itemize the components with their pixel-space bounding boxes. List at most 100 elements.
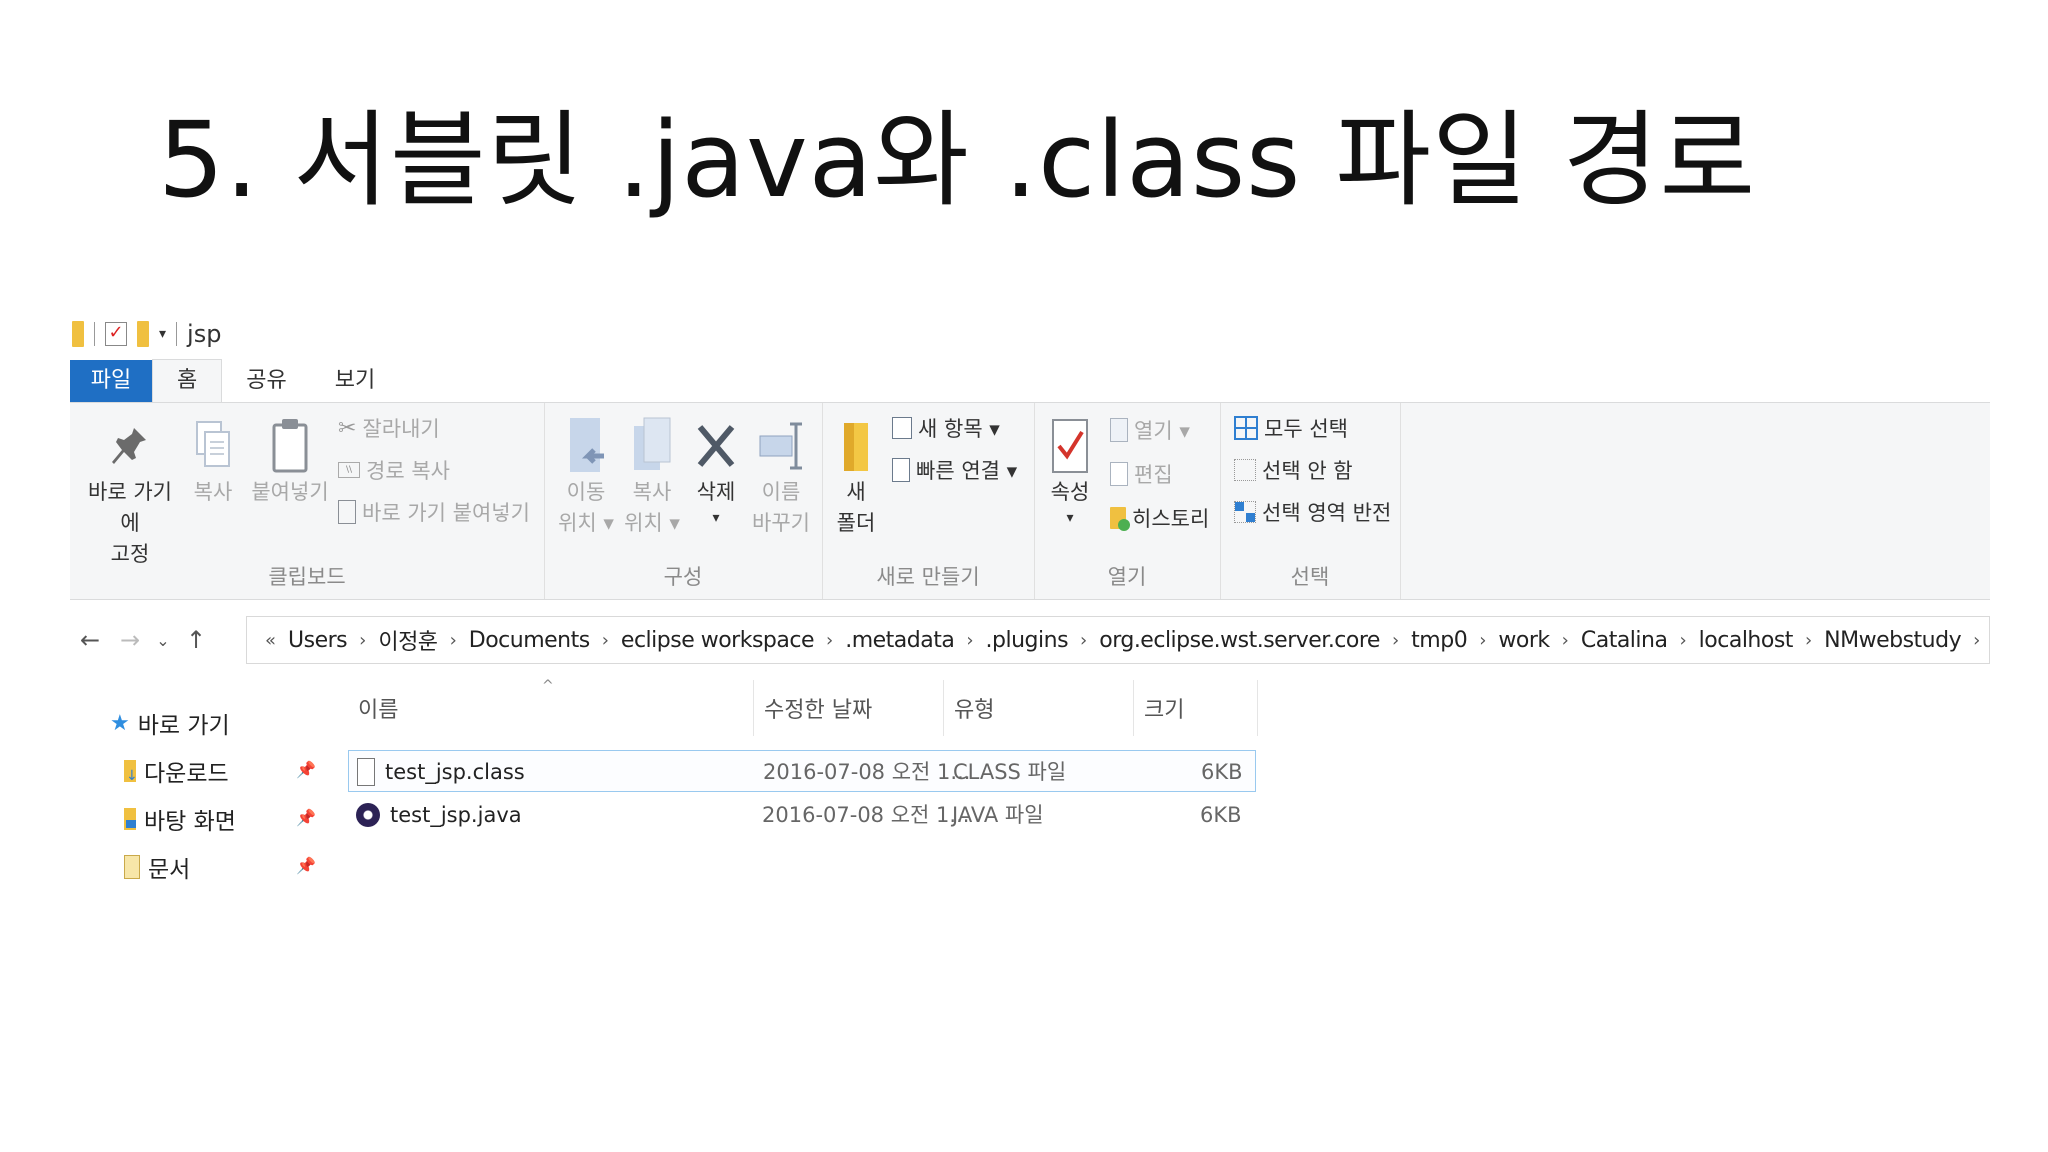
column-header-name-label: 이름 — [358, 698, 399, 723]
breadcrumb-chevron-icon[interactable]: › — [962, 630, 977, 651]
breadcrumb-item[interactable]: org.eclipse.wst.server.core — [1091, 628, 1388, 653]
easy-access-icon — [892, 458, 910, 482]
column-header-name[interactable]: 이름 ^ — [348, 678, 754, 736]
nav-quick-access[interactable]: ★ 바로 가기 — [110, 706, 230, 740]
edit-button[interactable]: 편집 — [1110, 459, 1173, 489]
breadcrumb-item[interactable]: tmp0 — [1403, 628, 1475, 653]
column-header-size[interactable]: 크기 — [1134, 680, 1258, 736]
forward-arrow-icon[interactable]: → — [110, 626, 150, 654]
folder-icon — [72, 321, 84, 347]
back-arrow-icon[interactable]: ← — [70, 626, 110, 654]
cut-button[interactable]: ✂ 잘라내기 — [338, 413, 440, 443]
overflow-chevron-icon[interactable]: « — [255, 630, 280, 651]
select-all-button[interactable]: 모두 선택 — [1234, 413, 1348, 443]
file-row[interactable]: test_jsp.java 2016-07-08 오전 1... JAVA 파일… — [348, 794, 1256, 836]
breadcrumb-item[interactable]: localhost — [1691, 628, 1801, 653]
copy-label: 복사 — [193, 480, 233, 504]
easy-access-label: 빠른 연결 ▾ — [916, 459, 1018, 483]
rename-button[interactable]: 이름 바꾸기 — [750, 415, 812, 539]
breadcrumb-chevron-icon[interactable]: › — [1969, 630, 1984, 651]
history-icon — [1110, 507, 1130, 531]
file-list: 이름 ^ 수정한 날짜 유형 크기 test_jsp.class 2016-07… — [348, 678, 1326, 880]
breadcrumb-item[interactable]: org — [1984, 628, 1989, 653]
new-folder-button[interactable]: 새 폴더 — [828, 415, 884, 539]
breadcrumb-chevron-icon[interactable]: › — [1388, 630, 1403, 651]
nav-item-documents[interactable]: 문서 — [124, 850, 190, 884]
properties-check-icon[interactable]: ✓ — [105, 322, 127, 346]
pin-quick-access-button[interactable]: 바로 가기에 고정 — [80, 415, 180, 570]
new-item-label: 새 항목 ▾ — [918, 417, 1000, 441]
new-item-button[interactable]: 새 항목 ▾ — [892, 413, 1000, 443]
invert-selection-icon — [1234, 501, 1256, 523]
file-size: 6KB — [1200, 803, 1242, 827]
breadcrumb-item[interactable]: 이정훈 — [370, 624, 445, 656]
file-date: 2016-07-08 오전 1... — [763, 760, 971, 784]
breadcrumb-chevron-icon[interactable]: › — [598, 630, 613, 651]
properties-dropdown-icon[interactable]: ▾ — [1042, 508, 1098, 528]
breadcrumb-item[interactable]: work — [1490, 628, 1557, 653]
delete-dropdown-icon[interactable]: ▾ — [688, 508, 744, 528]
breadcrumb-chevron-icon[interactable]: › — [822, 630, 837, 651]
breadcrumb-item[interactable]: Documents — [461, 628, 598, 653]
nav-item-desktop[interactable]: 바탕 화면 — [124, 802, 236, 836]
new-folder-icon[interactable] — [137, 321, 149, 347]
slide-title: 5. 서블릿 .java와 .class 파일 경로 — [158, 99, 1757, 221]
address-bar[interactable]: « Users › 이정훈 › Documents › eclipse workspace ›… — [246, 616, 1990, 664]
pin-icon — [80, 415, 180, 477]
customize-dropdown-icon[interactable]: ▾ — [159, 326, 166, 342]
nav-item-documents-label: 문서 — [148, 857, 191, 883]
history-button[interactable]: 히스토리 — [1110, 503, 1209, 533]
paste-shortcut-button[interactable]: 바로 가기 붙여넣기 — [338, 497, 530, 527]
breadcrumb-chevron-icon[interactable]: › — [1475, 630, 1490, 651]
pin-icon: 📌 — [296, 856, 316, 875]
file-type: JAVA 파일 — [952, 803, 1044, 827]
breadcrumb-item[interactable]: .plugins — [978, 628, 1077, 653]
breadcrumb-item[interactable]: Users — [280, 628, 355, 653]
select-all-icon — [1234, 416, 1258, 440]
easy-access-button[interactable]: 빠른 연결 ▾ — [892, 455, 1017, 485]
breadcrumb-chevron-icon[interactable]: › — [1076, 630, 1091, 651]
column-header-date[interactable]: 수정한 날짜 — [754, 680, 944, 736]
nav-item-downloads[interactable]: ↓ 다운로드 — [124, 754, 229, 788]
up-arrow-icon[interactable]: ↑ — [176, 626, 216, 654]
class-file-icon — [357, 758, 375, 786]
properties-button[interactable]: 속성 ▾ — [1042, 415, 1098, 528]
breadcrumb-item[interactable]: eclipse workspace — [613, 628, 822, 653]
copy-path-label: 경로 복사 — [366, 459, 450, 483]
tab-view[interactable]: 보기 — [311, 360, 399, 402]
breadcrumb-chevron-icon[interactable]: › — [446, 630, 461, 651]
file-row[interactable]: test_jsp.class 2016-07-08 오전 1... CLASS … — [348, 750, 1256, 792]
pin-icon: 📌 — [296, 808, 316, 827]
move-to-button[interactable]: 이동 위치 ▾ — [556, 415, 616, 539]
column-header-type[interactable]: 유형 — [944, 680, 1134, 736]
tab-home[interactable]: 홈 — [152, 359, 223, 402]
paste-shortcut-icon — [338, 500, 356, 524]
copy-to-button[interactable]: 복사 위치 ▾ — [622, 415, 682, 539]
tab-file[interactable]: 파일 — [70, 360, 152, 402]
organize-group-label: 구성 — [663, 565, 703, 589]
sort-ascending-icon: ^ — [542, 678, 554, 694]
breadcrumb-item[interactable]: NMwebstudy — [1816, 628, 1969, 653]
paste-label: 붙여넣기 — [251, 480, 329, 504]
tab-share[interactable]: 공유 — [222, 360, 310, 402]
breadcrumb-chevron-icon[interactable]: › — [1558, 630, 1573, 651]
recent-locations-chevron-icon[interactable]: ⌄ — [150, 631, 176, 650]
delete-button[interactable]: 삭제 ▾ — [688, 415, 744, 528]
breadcrumb-chevron-icon[interactable]: › — [1801, 630, 1816, 651]
ribbon: 바로 가기에 고정 복사 붙여넣기 ✂ 잘라내기 \\ 경로 복사 바로 가기 … — [70, 402, 1990, 600]
breadcrumb-item[interactable]: Catalina — [1573, 628, 1676, 653]
file-size: 6KB — [1201, 760, 1243, 784]
invert-selection-button[interactable]: 선택 영역 반전 — [1234, 497, 1391, 527]
file-name: test_jsp.class — [385, 760, 525, 784]
breadcrumb-chevron-icon[interactable]: › — [1675, 630, 1690, 651]
copy-button[interactable]: 복사 — [188, 415, 238, 508]
copy-path-button[interactable]: \\ 경로 복사 — [338, 455, 450, 485]
new-folder-label: 새 폴더 — [836, 480, 876, 535]
open-button[interactable]: 열기 ▾ — [1110, 415, 1190, 445]
select-none-button[interactable]: 선택 안 함 — [1234, 455, 1353, 485]
paste-button[interactable]: 붙여넣기 — [250, 415, 330, 508]
breadcrumb-item[interactable]: .metadata — [837, 628, 962, 653]
copy-to-icon — [622, 415, 682, 477]
copy-icon — [188, 415, 238, 477]
breadcrumb-chevron-icon[interactable]: › — [355, 630, 370, 651]
